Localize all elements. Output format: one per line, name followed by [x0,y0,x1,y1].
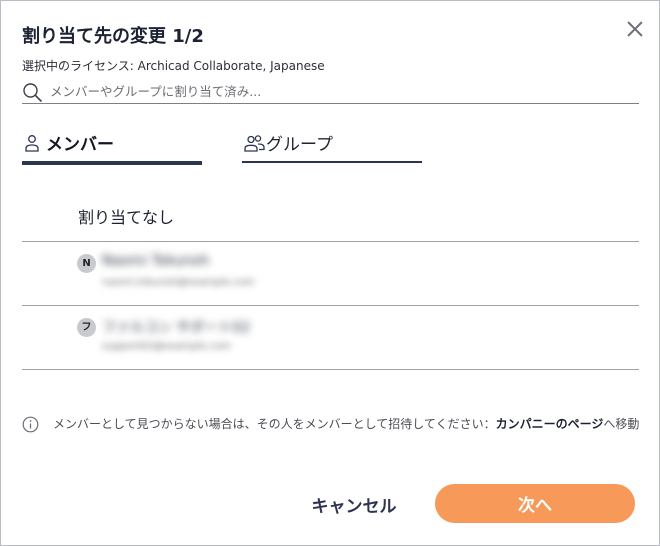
info-icon [22,416,39,433]
next-button[interactable]: 次へ [435,484,635,523]
info-text: メンバーとして見つからない場合は、その人をメンバーとして招待してください：カンパ… [53,414,643,435]
member-row[interactable]: N Naomi Tokunoh naomi.tokunoh@example.co… [22,242,639,306]
member-email: support02@example.com [102,341,231,352]
no-assignment-label: 割り当てなし [78,208,175,227]
info-message-text: メンバーとして見つからない場合は、その人をメンバーとして招待してください： [53,417,496,431]
tab-groups-label: グループ [266,135,333,155]
group-icon [244,135,265,152]
search-input[interactable] [50,81,630,101]
tab-groups[interactable]: グループ [242,128,422,163]
member-row[interactable]: フ ファルコン サポート02 support02@example.com [22,306,639,370]
member-name: Naomi Tokunoh [102,253,210,269]
member-name: ファルコン サポート02 [102,320,250,336]
close-icon[interactable] [623,17,647,41]
search-icon [23,83,42,102]
dialog-title: 割り当て先の変更 1/2 [22,26,204,47]
cancel-button[interactable]: キャンセル [293,486,415,522]
member-email: naomi.tokunoh@example.com [102,277,255,288]
tab-members[interactable]: メンバー [22,128,202,165]
search-bar [22,79,639,104]
info-message-suffix: へ移動 [603,417,640,431]
assignment-dialog: 割り当て先の変更 1/2 選択中のライセンス: Archicad Collabo… [0,0,660,546]
info-message: メンバーとして見つからない場合は、その人をメンバーとして招待してください：カンパ… [22,414,642,454]
company-page-link[interactable]: カンパニーのページ [496,417,604,431]
selected-license-text: 選択中のライセンス: Archicad Collaborate, Japanes… [22,59,325,73]
tab-members-label: メンバー [46,135,114,155]
avatar: N [77,254,96,273]
person-icon [25,135,39,152]
no-assignment-option[interactable]: 割り当てなし [22,187,639,242]
avatar: フ [77,318,96,337]
